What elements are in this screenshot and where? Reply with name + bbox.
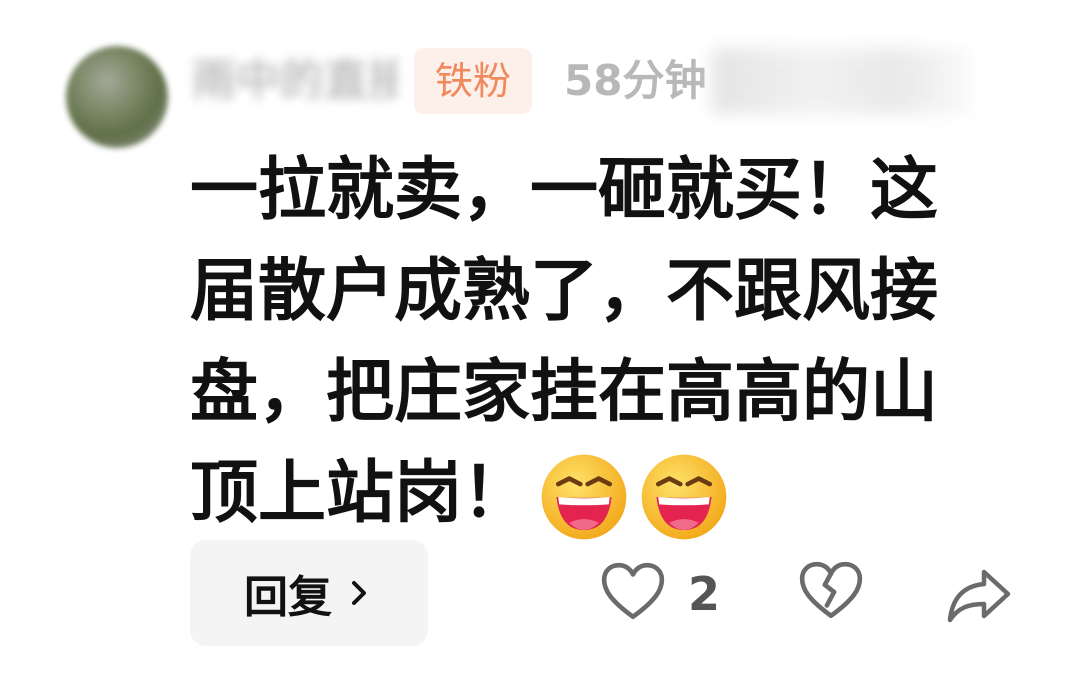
share-arrow-icon [944,569,1014,634]
reply-label: 回复 [244,572,332,623]
username[interactable]: 雨中的直接 [192,52,397,110]
laughing-emoji-icon [538,451,630,543]
reply-button[interactable]: 回复 [190,540,428,646]
heart-outline-icon [600,561,666,627]
comment-timestamp: 58分钟 [564,56,707,105]
avatar[interactable] [66,46,168,148]
like-button[interactable]: 2 [600,556,730,632]
blurred-metadata [712,48,972,114]
fan-badge: 铁粉 [414,48,532,114]
broken-heart-icon [798,561,864,626]
comment-body: 一拉就卖，一砸就买！这届散户成熟了，不跟风接盘，把庄家挂在高高的山顶上站岗！ [190,140,1000,544]
like-count: 2 [688,567,721,621]
dislike-button[interactable] [798,560,864,626]
chevron-right-icon [346,571,374,615]
laughing-emoji-icon [638,451,730,543]
share-button[interactable] [944,560,1014,630]
